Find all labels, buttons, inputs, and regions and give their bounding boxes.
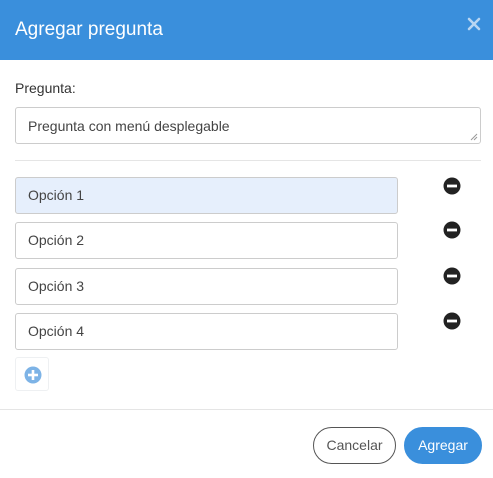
- option-input[interactable]: Opción 2: [15, 222, 398, 259]
- question-input[interactable]: Pregunta con menú desplegable: [15, 107, 481, 144]
- submit-button[interactable]: Agregar: [404, 427, 482, 464]
- close-icon[interactable]: [467, 17, 481, 31]
- remove-option-icon[interactable]: [443, 312, 461, 330]
- footer-divider: [0, 409, 493, 410]
- remove-option-icon[interactable]: [443, 267, 461, 285]
- dialog-title: Agregar pregunta: [15, 19, 163, 40]
- plus-circle-icon: [24, 366, 42, 384]
- option-input[interactable]: Opción 3: [15, 268, 398, 305]
- remove-option-icon[interactable]: [443, 221, 461, 239]
- question-label: Pregunta:: [15, 80, 76, 96]
- resize-grip-icon[interactable]: [470, 133, 478, 141]
- remove-option-icon[interactable]: [443, 177, 461, 195]
- add-option-button[interactable]: [15, 357, 49, 391]
- divider: [15, 160, 481, 161]
- dialog-header: Agregar pregunta: [0, 0, 493, 60]
- question-value: Pregunta con menú desplegable: [28, 118, 230, 134]
- option-input[interactable]: Opción 4: [15, 313, 398, 350]
- option-input[interactable]: Opción 1: [15, 177, 398, 214]
- cancel-button[interactable]: Cancelar: [313, 427, 396, 464]
